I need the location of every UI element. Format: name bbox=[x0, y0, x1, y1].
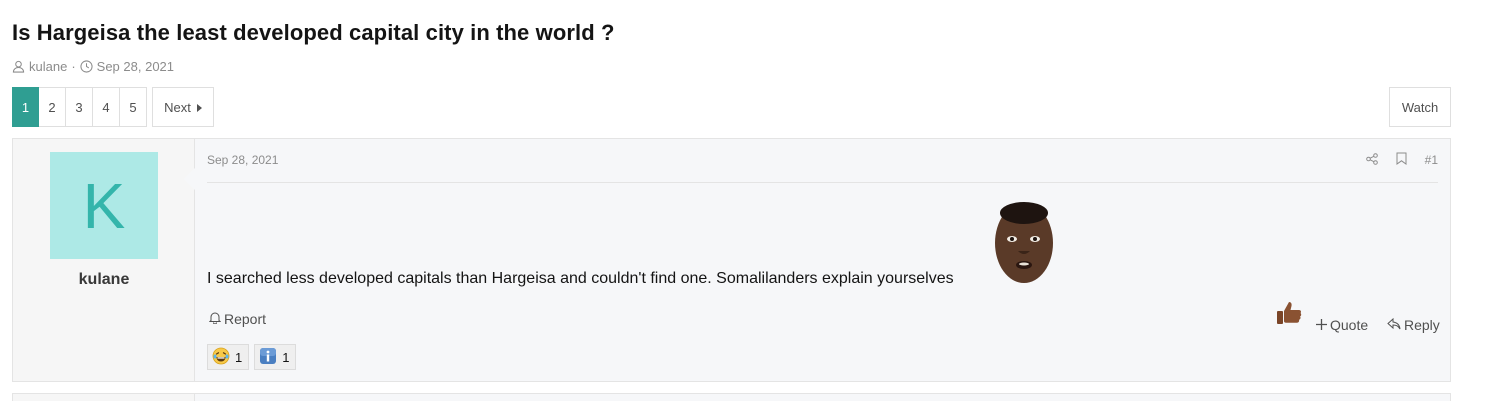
page-3-button[interactable]: 3 bbox=[66, 87, 93, 127]
post: K kulane Sep 28, 2021 #1 I searched less… bbox=[12, 138, 1451, 382]
page-5-button[interactable]: 5 bbox=[120, 87, 147, 127]
reaction-laugh-count: 1 bbox=[235, 349, 243, 365]
page-4-button[interactable]: 4 bbox=[93, 87, 120, 127]
reply-button[interactable]: Reply bbox=[1387, 317, 1440, 333]
next-post-user-panel bbox=[13, 394, 195, 401]
next-label: Next bbox=[164, 99, 191, 115]
post-date-link[interactable]: Sep 28, 2021 bbox=[207, 153, 278, 167]
post-number-link[interactable]: #1 bbox=[1425, 153, 1438, 167]
page-2-button[interactable]: 2 bbox=[39, 87, 66, 127]
thread-title: Is Hargeisa the least developed capital … bbox=[12, 20, 615, 45]
thread-author-link[interactable]: kulane bbox=[29, 59, 67, 74]
reaction-info[interactable]: 1 bbox=[254, 344, 297, 370]
caret-right-icon bbox=[196, 100, 202, 115]
report-label: Report bbox=[224, 311, 267, 327]
reaction-info-count: 1 bbox=[282, 349, 290, 365]
face-emoji-icon bbox=[990, 199, 1058, 292]
post-user-panel: K kulane bbox=[13, 139, 195, 381]
post-actions: #1 bbox=[1365, 152, 1438, 168]
reaction-laugh[interactable]: 1 bbox=[207, 344, 250, 370]
post-pointer-arrow bbox=[184, 168, 195, 190]
watch-button[interactable]: Watch bbox=[1389, 87, 1451, 127]
post-body: I searched less developed capitals than … bbox=[207, 270, 954, 287]
avatar[interactable]: K bbox=[50, 152, 158, 259]
thread-date-link[interactable]: Sep 28, 2021 bbox=[97, 59, 174, 74]
bell-icon bbox=[208, 311, 222, 327]
meta-separator: · bbox=[71, 59, 76, 74]
like-thumbs-up-icon[interactable] bbox=[1275, 299, 1303, 332]
bookmark-icon[interactable] bbox=[1396, 152, 1407, 168]
user-icon bbox=[12, 60, 25, 73]
quote-label: Quote bbox=[1330, 317, 1369, 333]
page-1-button[interactable]: 1 bbox=[12, 87, 39, 127]
plus-icon bbox=[1316, 317, 1327, 333]
laughing-emoji-icon bbox=[212, 347, 230, 368]
next-page-button[interactable]: Next bbox=[152, 87, 214, 127]
clock-icon bbox=[80, 60, 93, 73]
reply-label: Reply bbox=[1404, 317, 1440, 333]
pagination: 1 2 3 4 5 Next bbox=[12, 87, 214, 127]
info-emoji-icon bbox=[259, 347, 277, 368]
thread-meta: kulane · Sep 28, 2021 bbox=[12, 59, 174, 74]
post-content: Sep 28, 2021 #1 I searched less develope… bbox=[196, 139, 1450, 381]
post-header-divider bbox=[207, 182, 1438, 183]
report-button[interactable]: Report bbox=[208, 311, 267, 327]
post-username[interactable]: kulane bbox=[13, 271, 195, 289]
next-post bbox=[12, 393, 1451, 401]
share-icon[interactable] bbox=[1365, 152, 1378, 168]
reactions-bar: 1 1 bbox=[207, 344, 297, 370]
quote-button[interactable]: Quote bbox=[1316, 317, 1368, 333]
reply-arrow-icon bbox=[1387, 317, 1401, 333]
